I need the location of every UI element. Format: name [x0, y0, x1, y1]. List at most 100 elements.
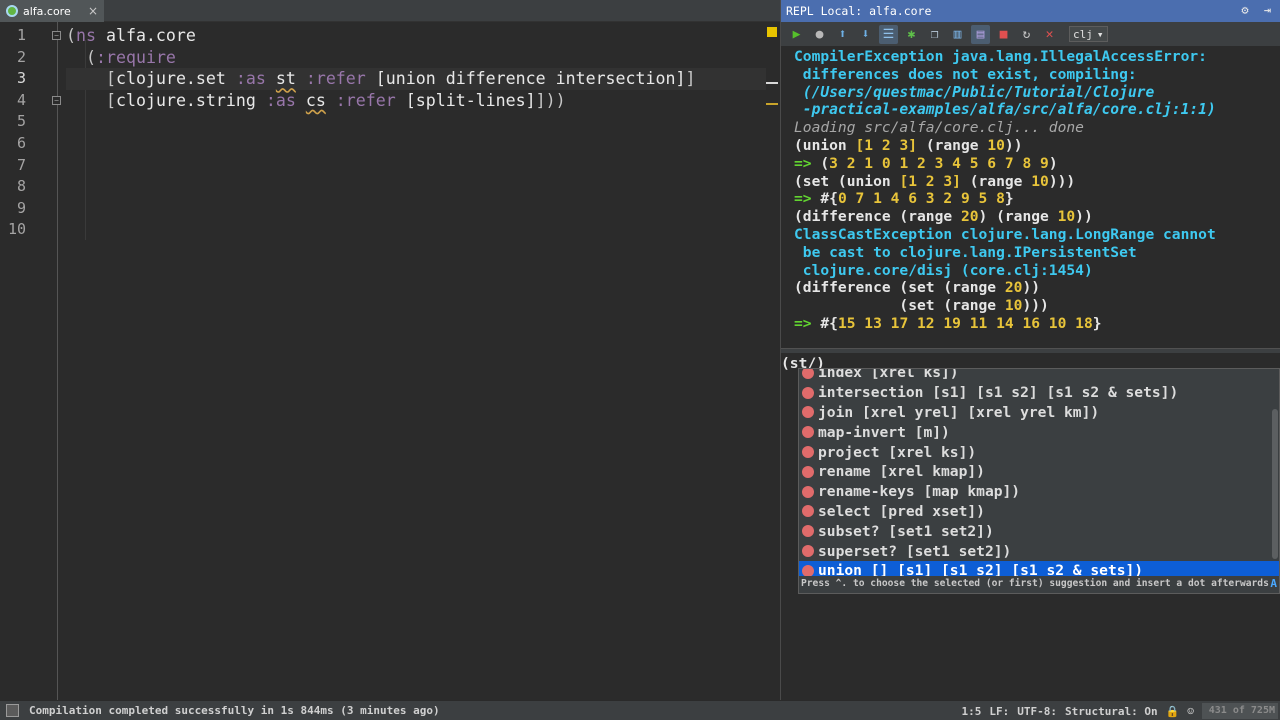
lock-icon[interactable]: 🔒	[1166, 705, 1180, 718]
line-number: 5	[16, 112, 26, 131]
line-number: 7	[16, 155, 26, 174]
completion-popup[interactable]: index [xrel ks]) intersection [s1] [s1 s…	[798, 368, 1280, 594]
warning-status-icon[interactable]	[767, 27, 777, 37]
completion-item[interactable]: join [xrel yrel] [xrel yrel km])	[799, 403, 1279, 423]
output-result: => #{15 13 17 12 19 11 14 16 10 18}	[794, 315, 1102, 332]
repl-title: REPL Local: alfa.core	[786, 4, 932, 18]
completion-item[interactable]: superset? [set1 set2])	[799, 541, 1279, 561]
stop-icon[interactable]: ●	[810, 25, 829, 44]
output-form: (difference (range 20) (range 10))	[794, 208, 1093, 226]
function-icon	[802, 369, 814, 379]
copy-icon[interactable]: ❐	[925, 25, 944, 44]
editor-tab-alfa-core[interactable]: alfa.core ×	[0, 0, 104, 22]
function-icon	[802, 406, 814, 419]
repl-title-bar: REPL Local: alfa.core ⚙ ⇥	[781, 0, 1280, 22]
output-form: (union [1 2 3] (range 10))	[794, 137, 1023, 154]
fold-end-icon[interactable]: −	[52, 96, 61, 105]
up-icon[interactable]: ⬆	[833, 25, 852, 44]
function-icon	[802, 505, 814, 518]
bug-icon[interactable]: ✱	[902, 25, 921, 44]
repl-splitter[interactable]	[781, 348, 1280, 353]
line-number: 1	[16, 26, 26, 44]
status-message[interactable]: Compilation completed successfully in 1s…	[29, 704, 440, 717]
run-icon[interactable]: ▶	[787, 25, 806, 44]
repl-pane[interactable]: REPL Local: alfa.core ⚙ ⇥ ▶ ● ⬆ ⬇ ☰ ✱ ❐ …	[780, 0, 1280, 700]
line-number: 2	[16, 47, 26, 66]
function-icon	[802, 426, 814, 439]
clear-icon[interactable]: ▥	[948, 25, 967, 44]
completion-item[interactable]: index [xrel ks])	[799, 369, 1279, 383]
output-link[interactable]: (/Users/questmac/Public/Tutorial/Clojure	[794, 84, 1154, 102]
stop-red-icon[interactable]: ■	[994, 25, 1013, 44]
ns-keyword: ns	[76, 26, 96, 45]
line-number: 10	[7, 220, 26, 239]
clojure-file-icon	[6, 5, 18, 17]
marker-line[interactable]	[766, 82, 778, 84]
code-line-4: [clojure.string :as cs :refer [split-lin…	[106, 90, 566, 110]
completion-item[interactable]: intersection [s1] [s1 s2] [s1 s2 & sets]…	[799, 383, 1279, 403]
code-line-1: (ns alfa.core	[66, 26, 196, 45]
status-bar: Compilation completed successfully in 1s…	[0, 700, 1280, 720]
line-number-gutter: 1 2 3 4 5 6 7 8 9 10 − −	[0, 22, 61, 700]
close-icon[interactable]: ✕	[1040, 25, 1059, 44]
completion-item[interactable]: rename-keys [map kmap])	[799, 482, 1279, 502]
function-icon	[802, 545, 814, 558]
line-separator[interactable]: LF:	[989, 705, 1009, 718]
hint-a-icon[interactable]: A	[1270, 576, 1277, 592]
code-line-2: (:require	[86, 47, 176, 67]
output-line: clojure.core/disj (core.clj:1454)	[794, 261, 1093, 279]
completion-scrollbar[interactable]	[1272, 409, 1278, 559]
completion-hint: Press ^. to choose the selected (or firs…	[799, 576, 1279, 592]
editor-tab-bar: alfa.core ×	[0, 0, 780, 22]
namespace-select[interactable]: clj ▾	[1069, 26, 1108, 42]
history-icon[interactable]: ☰	[879, 24, 898, 44]
error-stripe[interactable]	[764, 22, 780, 700]
function-icon	[802, 465, 814, 478]
down-icon[interactable]: ⬇	[856, 25, 875, 44]
function-icon	[802, 485, 814, 498]
chevron-down-icon: ▾	[1096, 27, 1104, 41]
close-tab-icon[interactable]: ×	[88, 4, 98, 18]
structural-mode[interactable]: Structural: On	[1065, 705, 1158, 718]
fold-start-icon[interactable]: −	[52, 31, 61, 40]
output-line: CompilerException java.lang.IllegalAcces…	[794, 48, 1207, 65]
completion-item[interactable]: subset? [set1 set2])	[799, 521, 1279, 541]
output-form: (set (range 10)))	[794, 297, 1049, 315]
unused-alias: cs	[305, 90, 326, 110]
output-line: differences does not exist, compiling:	[794, 65, 1137, 83]
settings-icon[interactable]: ⚙ ⇥	[1241, 3, 1275, 17]
line-number: 6	[16, 134, 26, 152]
function-icon	[802, 386, 814, 399]
completion-item[interactable]: select [pred xset])	[799, 502, 1279, 522]
output-result: => (3 2 1 0 1 2 3 4 5 6 7 8 9)	[794, 154, 1058, 172]
completion-item[interactable]: rename [xrel kmap])	[799, 462, 1279, 482]
caret-position[interactable]: 1:5	[961, 705, 981, 718]
output-link[interactable]: -practical-examples/alfa/src/alfa/core.c…	[794, 101, 1216, 119]
editor-pane[interactable]: alfa.core × 1 2 3 4 5 6 7 8 9 10 − − (ns…	[0, 0, 780, 700]
panel-toggle-icon[interactable]	[6, 704, 19, 717]
output-form: (set (union [1 2 3] (range 10)))	[794, 172, 1076, 190]
soft-wrap-icon[interactable]: ▤	[971, 24, 990, 44]
output-line: ClassCastException clojure.lang.LongRang…	[794, 226, 1216, 243]
marker-line[interactable]	[766, 103, 778, 105]
file-encoding[interactable]: UTF-8:	[1017, 705, 1057, 718]
line-number: 9	[16, 198, 26, 217]
hector-icon[interactable]: ☺	[1187, 705, 1194, 718]
line-number: 4	[16, 90, 26, 109]
reload-icon[interactable]: ↻	[1017, 25, 1036, 44]
unused-alias: st	[275, 69, 296, 89]
function-icon	[802, 446, 814, 459]
function-icon	[802, 525, 814, 538]
repl-output[interactable]: CompilerException java.lang.IllegalAcces…	[781, 46, 1280, 348]
editor-tab-label: alfa.core	[23, 4, 71, 18]
output-result: => #{0 7 1 4 6 3 2 9 5 8}	[794, 190, 1014, 208]
line-number: 8	[16, 177, 26, 196]
completion-item[interactable]: project [xrel ks])	[799, 442, 1279, 462]
output-line: Loading src/alfa/core.clj... done	[794, 119, 1084, 137]
repl-input-area[interactable]: (st/) index [xrel ks]) intersection [s1]…	[781, 354, 1280, 700]
memory-indicator[interactable]: 431 of 725M	[1202, 703, 1278, 719]
line-number-current: 3	[16, 69, 26, 88]
completion-item[interactable]: map-invert [m])	[799, 422, 1279, 442]
code-line-3: [clojure.set :as st :refer [union differ…	[66, 68, 766, 90]
output-line: be cast to clojure.lang.IPersistentSet	[794, 243, 1137, 261]
